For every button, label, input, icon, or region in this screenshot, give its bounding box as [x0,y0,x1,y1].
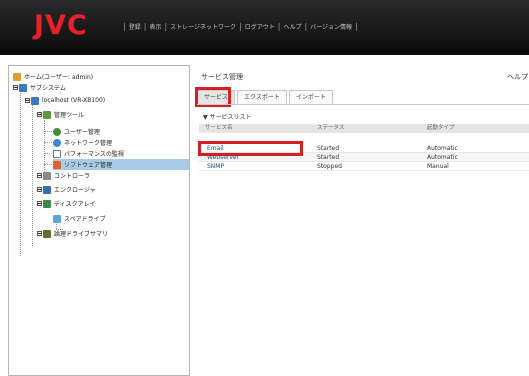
tree-item-management-tools[interactable]: 管理ツール [37,109,84,120]
tab-divider [197,104,529,105]
expand-toggle-icon[interactable] [37,231,42,236]
top-menu-bar: | 登録 | 表示 | ストレージネットワーク | ログアウト | ヘルプ | … [123,21,358,31]
home-icon [13,72,21,81]
expand-toggle-icon[interactable] [37,187,42,192]
tab-export[interactable]: エクスポート [237,90,287,104]
table-header: サービス名 ステータス 起動タイプ [199,124,529,133]
column-header-startup-type[interactable]: 起動タイプ [427,124,455,133]
column-header-status[interactable]: ステータス [317,124,345,133]
service-list-title[interactable]: ▼ サービスリスト [203,112,252,121]
menu-view[interactable]: 表示 [149,22,161,31]
service-status: Started [317,154,340,161]
subsystem-icon [19,83,27,92]
tree-item-software-management[interactable]: ソフトウェア管理 [53,159,189,170]
navigation-tree: ホーム(ユーザー: admin) サブシステム localhost (VR-XB… [8,65,190,376]
menu-storage-network[interactable]: ストレージネットワーク [170,22,236,31]
table-row[interactable]: SNMP Stopped Manual [199,162,529,171]
tree-item-disk-array[interactable]: ディスクアレイ [37,198,96,209]
controller-icon [43,171,51,180]
tree-item-localhost[interactable]: localhost (VR-XB100) [25,95,105,106]
software-icon [53,160,61,169]
user-icon [53,127,61,136]
tree-item-subsystem[interactable]: サブシステム [13,82,66,93]
help-link[interactable]: ヘルプ [507,72,528,82]
disk-array-icon [43,199,51,208]
chart-icon [53,149,61,158]
tree-item-enclosure[interactable]: エンクロージャ [37,184,96,195]
top-header: JVC | 登録 | 表示 | ストレージネットワーク | ログアウト | ヘル… [0,0,529,55]
collapse-toggle-icon[interactable] [13,85,18,90]
service-name[interactable]: SNMP [207,162,224,171]
menu-logout[interactable]: ログアウト [245,22,275,31]
collapse-toggle-icon[interactable] [25,98,30,103]
menu-help[interactable]: ヘルプ [283,22,301,31]
column-header-service-name[interactable]: サービス名 [205,124,233,133]
service-status: Started [317,145,340,152]
tree-item-spare-drive[interactable]: スペアドライブ [53,213,106,224]
row-highlight-frame [198,141,303,156]
tree-item-user-management[interactable]: ユーザー管理 [53,126,100,137]
expand-toggle-icon[interactable] [37,201,42,206]
tree-item-home[interactable]: ホーム(ユーザー: admin) [13,71,93,82]
page-title: サービス管理 [201,73,243,81]
menu-version-info[interactable]: バージョン情報 [310,22,352,31]
network-icon [53,138,61,147]
logical-drive-icon [43,229,51,238]
tree-item-logical-drive-summary[interactable]: 論理ドライブサマリ [37,228,108,239]
tree-item-performance-monitor[interactable]: パフォーマンスの監視 [53,148,124,159]
tools-icon [43,110,51,119]
collapse-toggle-icon[interactable] [37,112,42,117]
server-icon [31,96,39,105]
tree-item-network-management[interactable]: ネットワーク管理 [53,137,112,148]
tree-item-controller[interactable]: コントローラ [37,170,90,181]
service-startup-type: Automatic [427,145,458,152]
service-startup-type: Automatic [427,154,458,161]
service-status: Stopped [317,163,342,170]
expand-toggle-icon[interactable] [37,173,42,178]
jvc-logo: JVC [34,10,88,41]
menu-register[interactable]: 登録 [129,22,141,31]
spare-drive-icon [53,214,61,223]
tab-import[interactable]: インポート [288,90,333,104]
service-startup-type: Manual [427,163,449,170]
enclosure-icon [43,185,51,194]
